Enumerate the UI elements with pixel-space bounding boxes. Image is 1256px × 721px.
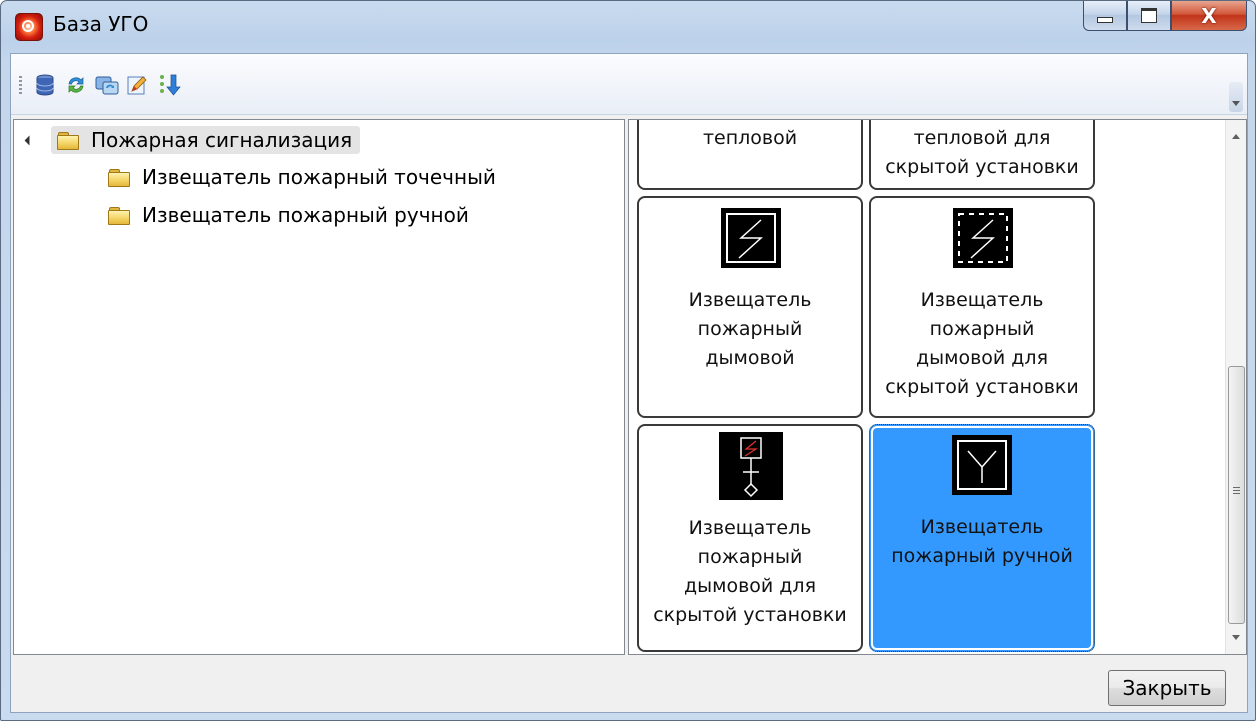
close-icon: X <box>1201 3 1217 28</box>
app-window: База УГО X Пожарная сигнализация Извещат… <box>0 0 1256 721</box>
database-button[interactable] <box>31 71 59 99</box>
symbol-card[interactable]: Извещатель пожарный дымовой <box>637 196 863 418</box>
symbol-label: тепловой для скрытой установки <box>885 127 1079 178</box>
symbol-card[interactable]: Извещатель пожарный дымовой для скрытой … <box>869 196 1095 418</box>
sync-button[interactable] <box>93 71 121 99</box>
title-bar[interactable]: База УГО X <box>1 1 1255 53</box>
sort-download-button[interactable] <box>155 71 183 99</box>
symbol-label: Извещатель пожарный ручной <box>891 516 1073 567</box>
refresh-button[interactable] <box>62 71 90 99</box>
tree-node-child[interactable]: Извещатель пожарный ручной <box>108 200 469 230</box>
symbol-card-selected[interactable]: Извещатель пожарный ручной <box>869 424 1095 652</box>
tree-node-label: Извещатель пожарный ручной <box>142 203 469 227</box>
symbol-list[interactable]: тепловой тепловой для скрытой установки … <box>628 119 1247 655</box>
folder-icon <box>108 206 130 225</box>
symbol-label: Извещатель пожарный дымовой для скрытой … <box>885 289 1079 398</box>
symbol-card[interactable]: тепловой для скрытой установки <box>869 120 1095 190</box>
manual-call-point-icon <box>952 435 1012 495</box>
symbol-label: тепловой <box>702 127 798 149</box>
window-title: База УГО <box>53 12 149 36</box>
tree-node-label: Извещатель пожарный точечный <box>142 165 496 189</box>
vertical-scrollbar[interactable] <box>1225 120 1246 654</box>
toolbar-overflow-button[interactable] <box>1229 82 1243 112</box>
folder-icon <box>108 168 130 187</box>
hidden-smoke-detector-icon <box>953 208 1013 268</box>
close-button[interactable]: Закрыть <box>1108 670 1226 706</box>
tree-node-root[interactable]: Пожарная сигнализация <box>24 125 361 155</box>
folder-icon <box>57 131 79 150</box>
window-controls: X <box>1083 1 1247 33</box>
wired-smoke-detector-icon <box>719 432 783 500</box>
toolbar <box>11 54 1247 115</box>
toolbar-grip[interactable] <box>19 76 22 96</box>
symbol-card[interactable]: тепловой <box>637 120 863 190</box>
minimize-icon <box>1097 16 1113 23</box>
symbol-label: Извещатель пожарный дымовой для скрытой … <box>653 517 847 626</box>
close-window-button[interactable]: X <box>1171 1 1247 31</box>
tree-node-label: Пожарная сигнализация <box>91 128 353 152</box>
scroll-down-icon[interactable] <box>1232 635 1240 640</box>
symbol-label: Извещатель пожарный дымовой <box>688 289 812 369</box>
edit-icon <box>127 76 147 95</box>
app-logo-icon <box>15 13 43 41</box>
category-tree[interactable]: Пожарная сигнализация Извещатель пожарны… <box>13 119 625 655</box>
database-icon <box>36 74 54 96</box>
symbol-card[interactable]: Извещатель пожарный дымовой для скрытой … <box>637 424 863 652</box>
maximize-icon <box>1141 8 1157 23</box>
sync-icon <box>95 76 119 95</box>
expand-toggle-icon[interactable] <box>24 135 35 145</box>
scroll-up-icon[interactable] <box>1232 134 1240 139</box>
minimize-button[interactable] <box>1083 1 1127 31</box>
sort-download-icon <box>160 74 181 96</box>
tree-node-root-selection[interactable]: Пожарная сигнализация <box>51 126 361 154</box>
smoke-detector-icon <box>721 208 781 268</box>
refresh-icon <box>68 77 84 93</box>
tree-node-child[interactable]: Извещатель пожарный точечный <box>108 162 496 192</box>
maximize-button[interactable] <box>1127 1 1171 31</box>
scrollbar-thumb[interactable] <box>1228 366 1245 624</box>
edit-button[interactable] <box>124 71 152 99</box>
client-area: Пожарная сигнализация Извещатель пожарны… <box>10 53 1248 713</box>
